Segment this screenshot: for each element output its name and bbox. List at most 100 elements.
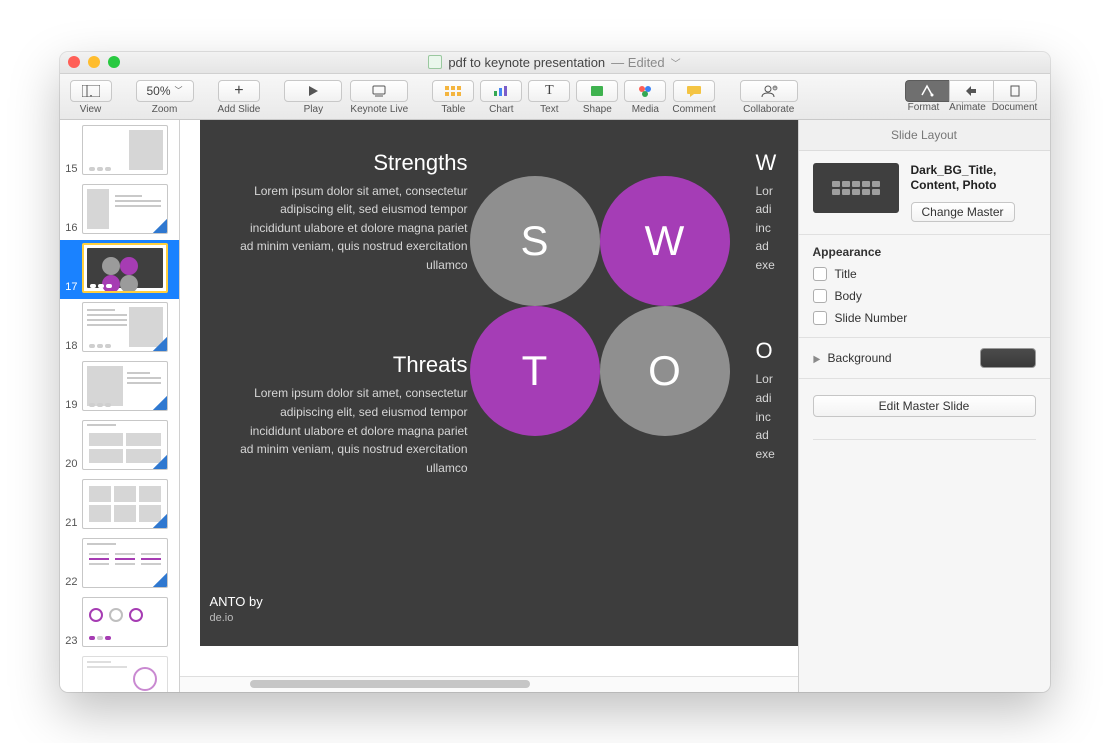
text-label: Text (540, 104, 558, 115)
slide-number: 17 (64, 281, 78, 293)
slide-thumb[interactable]: 23 (60, 594, 179, 653)
shape-button[interactable] (576, 80, 618, 102)
master-name-line1: Dark_BG_Title, (911, 163, 1015, 179)
svg-text:+: + (773, 86, 776, 92)
chevron-down-icon: ﹀ (175, 85, 183, 96)
swot-w-letter: W (645, 217, 685, 265)
animate-tab[interactable] (949, 80, 993, 102)
inspector-header: Slide Layout (799, 120, 1050, 151)
zoom-label: Zoom (152, 104, 178, 115)
slide-thumb[interactable]: 21 (60, 476, 179, 535)
app-window: pdf to keynote presentation — Edited ﹀ V… (60, 52, 1050, 692)
slide-thumb[interactable]: 16 (60, 181, 179, 240)
master-name-line2: Content, Photo (911, 178, 1015, 194)
toolbar: View 50% ﹀ Zoom + Add Slide Play (60, 74, 1050, 120)
title-checkbox[interactable]: Title (813, 267, 1036, 281)
keynote-live-label: Keynote Live (350, 104, 408, 115)
swot-s-bubble: S (470, 176, 600, 306)
comment-button[interactable] (673, 80, 715, 102)
scroll-thumb[interactable] (250, 680, 530, 688)
maximize-button[interactable] (108, 56, 120, 68)
threats-block[interactable]: Threats Lorem ipsum dolor sit amet, cons… (228, 352, 468, 477)
inspector-tabs-group: Format Animate Document (902, 80, 1040, 113)
appearance-heading: Appearance (813, 245, 1036, 259)
keynote-live-button[interactable] (350, 80, 408, 102)
titlebar: pdf to keynote presentation — Edited ﹀ (60, 52, 1050, 74)
slide-canvas[interactable]: Strengths Lorem ipsum dolor sit amet, co… (180, 120, 798, 676)
change-master-button[interactable]: Change Master (911, 202, 1015, 222)
swot-diagram[interactable]: S W T O (470, 176, 730, 436)
text-button[interactable]: T (528, 80, 570, 102)
strengths-block[interactable]: Strengths Lorem ipsum dolor sit amet, co… (228, 150, 468, 275)
window-edited-state: — Edited (611, 55, 664, 70)
add-slide-button[interactable]: + (218, 80, 260, 102)
chart-label: Chart (489, 104, 513, 115)
horizontal-scrollbar[interactable] (180, 676, 798, 692)
slide-thumb[interactable]: 18 (60, 299, 179, 358)
document-tab[interactable] (993, 80, 1037, 102)
play-group: Play (284, 80, 342, 115)
view-button[interactable] (70, 80, 112, 102)
strengths-body: Lorem ipsum dolor sit amet, consectetur … (238, 182, 468, 275)
collaborate-button[interactable]: + (740, 80, 798, 102)
add-slide-group: + Add Slide (218, 80, 261, 115)
close-button[interactable] (68, 56, 80, 68)
chevron-down-icon[interactable]: ﹀ (671, 55, 681, 70)
slide-footer[interactable]: ANTO by de.io (210, 594, 263, 625)
format-label: Format (902, 102, 946, 113)
master-thumbnail[interactable] (813, 163, 899, 213)
window-title: pdf to keynote presentation — Edited ﹀ (60, 55, 1050, 70)
keynote-live-group: Keynote Live (350, 80, 408, 115)
background-color-swatch[interactable] (980, 348, 1036, 368)
media-label: Media (632, 104, 659, 115)
slide-thumb[interactable] (60, 653, 179, 692)
slide-thumb[interactable]: 20 (60, 417, 179, 476)
checkbox-icon (813, 267, 827, 281)
minimize-button[interactable] (88, 56, 100, 68)
footer-sub: de.io (210, 611, 263, 625)
chart-button[interactable] (480, 80, 522, 102)
shape-label: Shape (583, 104, 612, 115)
add-slide-label: Add Slide (218, 104, 261, 115)
format-tab[interactable] (905, 80, 949, 102)
divider (813, 439, 1036, 440)
appearance-section: Appearance Title Body Slide Number (799, 235, 1050, 337)
disclosure-triangle-icon[interactable]: ▶ (813, 354, 820, 365)
master-row: Dark_BG_Title, Content, Photo Change Mas… (799, 151, 1050, 235)
threats-body: Lorem ipsum dolor sit amet, consectetur … (238, 384, 468, 477)
swot-t-bubble: T (470, 306, 600, 436)
opportunities-block[interactable]: O Lor adi inc ad exe (756, 338, 798, 463)
slide-number: 21 (64, 517, 78, 529)
edit-master-slide-button[interactable]: Edit Master Slide (813, 395, 1036, 417)
slide-thumb-selected[interactable]: 17 (60, 240, 179, 299)
slide-number: 23 (64, 635, 78, 647)
slide-navigator[interactable]: 15 16 17 18 19 20 (60, 120, 180, 692)
right-text-column: W Lor adi inc ad exe O Lor adi inc ad ex… (756, 150, 798, 464)
opportunities-body: Lor adi inc ad exe (756, 370, 798, 463)
opportunities-title: O (756, 338, 798, 364)
window-controls (68, 56, 120, 68)
body-checkbox[interactable]: Body (813, 289, 1036, 303)
comment-label: Comment (672, 104, 715, 115)
zoom-button[interactable]: 50% ﹀ (136, 80, 194, 102)
media-button[interactable] (624, 80, 666, 102)
slide-thumb[interactable]: 22 (60, 535, 179, 594)
body-checkbox-label: Body (835, 289, 862, 303)
swot-o-letter: O (648, 347, 681, 395)
checkbox-icon (813, 311, 827, 325)
play-label: Play (304, 104, 323, 115)
table-button[interactable] (432, 80, 474, 102)
slide-thumb[interactable]: 19 (60, 358, 179, 417)
swot-s-letter: S (520, 217, 548, 265)
swot-o-bubble: O (600, 306, 730, 436)
slide-number: 22 (64, 576, 78, 588)
background-row[interactable]: ▶ Background (799, 337, 1050, 379)
format-inspector: Slide Layout Dark_BG_Title, Content, Pho… (798, 120, 1050, 692)
slide-thumb[interactable]: 15 (60, 122, 179, 181)
strengths-title: Strengths (228, 150, 468, 176)
play-button[interactable] (284, 80, 342, 102)
zoom-value: 50% (147, 84, 171, 98)
weaknesses-block[interactable]: W Lor adi inc ad exe (756, 150, 798, 275)
slide-number: 16 (64, 222, 78, 234)
slide-number-checkbox[interactable]: Slide Number (813, 311, 1036, 325)
